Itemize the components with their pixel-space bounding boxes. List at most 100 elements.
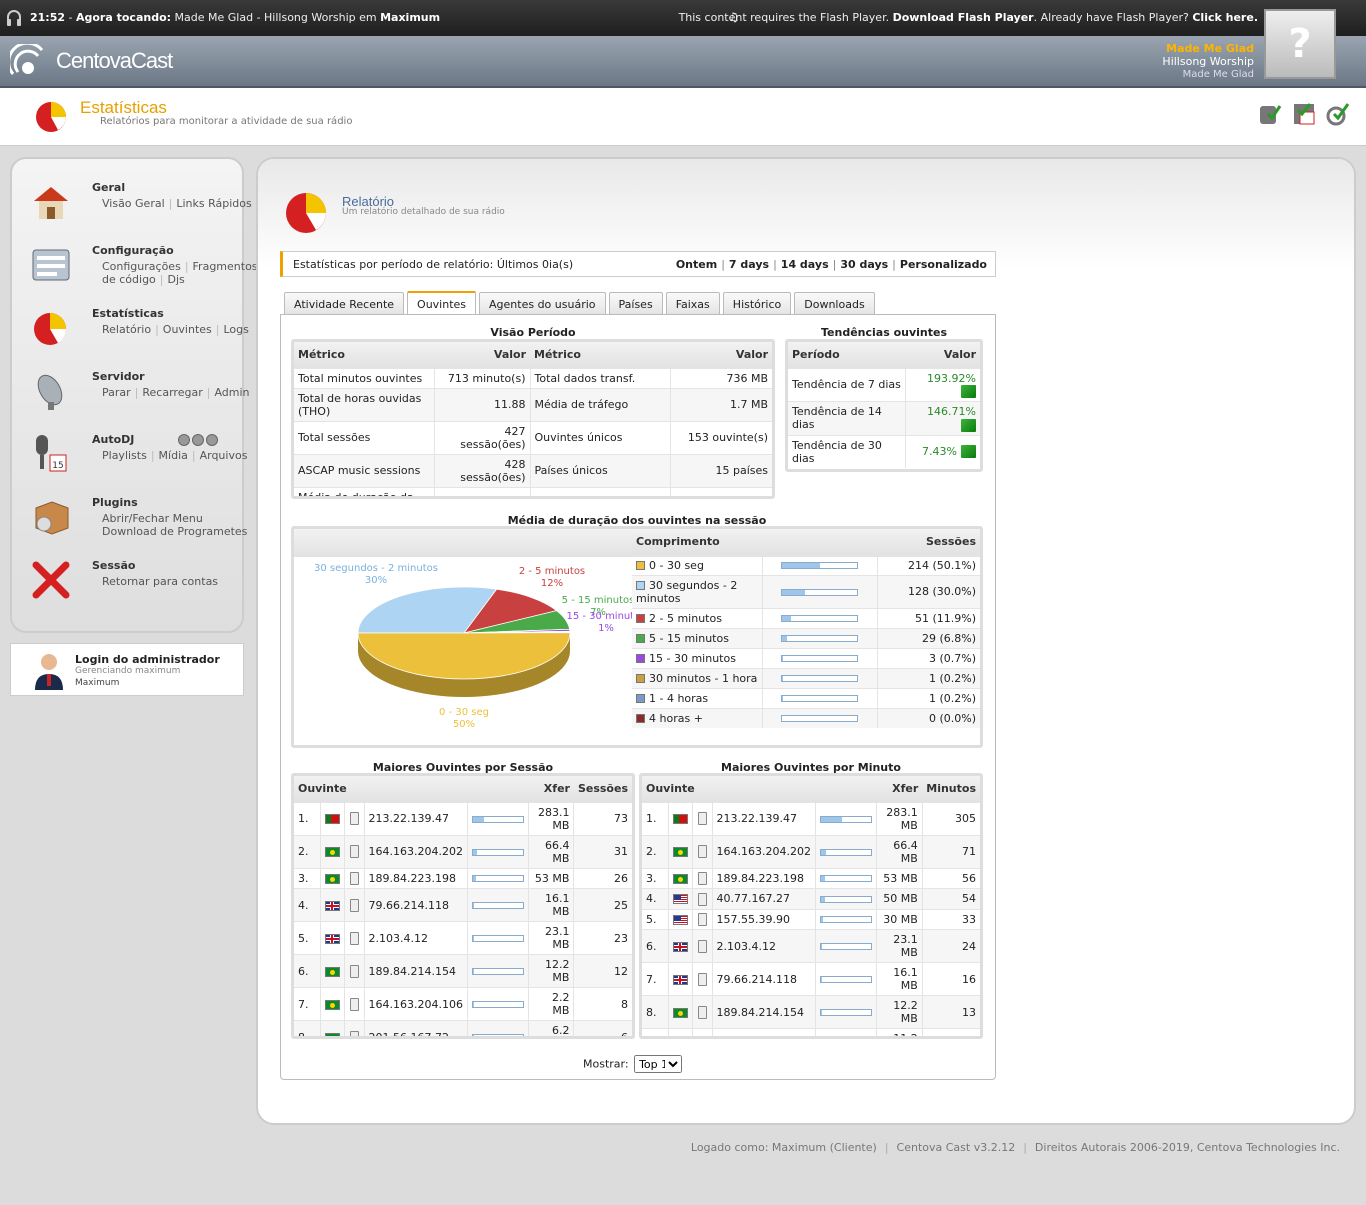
tab-historico[interactable]: Histórico [722, 292, 792, 314]
sidebar-link-arquivos[interactable]: Arquivos [200, 449, 248, 462]
login-managing: Gerenciando maximum [75, 666, 181, 676]
player-icon[interactable] [349, 898, 359, 912]
sidebar-link-abrir-fechar-menu[interactable]: Abrir/Fechar Menu [102, 512, 203, 525]
login-title: Login do administrador [75, 653, 220, 666]
sidebar-link-download-programetes[interactable]: Download de Programetes [102, 525, 247, 538]
player-icon[interactable] [697, 812, 707, 826]
flash-click-link[interactable]: Click here. [1192, 11, 1258, 24]
player-icon[interactable] [697, 872, 707, 885]
sidebar-link-parar[interactable]: Parar [102, 386, 131, 399]
tab-atividade-recente[interactable]: Atividade Recente [284, 292, 405, 314]
player-cell [691, 1028, 712, 1036]
player-icon[interactable] [697, 913, 707, 926]
sidebar-link-visao-geral[interactable]: Visão Geral [102, 197, 165, 210]
report-tabs: Atividade Recente Ouvintes Agentes do us… [284, 291, 875, 315]
period-14-days[interactable]: 14 days [781, 258, 829, 271]
player-icon[interactable] [349, 964, 359, 978]
sidebar-item-label[interactable]: Plugins [92, 496, 138, 509]
flash-download-link[interactable]: Download Flash Player [893, 11, 1034, 24]
metric-value: 428 sessão(ões) [433, 453, 530, 487]
player-cell [691, 908, 712, 930]
player-cell [691, 995, 712, 1029]
tools-check-icon[interactable] [1324, 98, 1352, 128]
autodj-stop-icon[interactable] [192, 434, 204, 446]
duration-sessions: 1 (0.2%) [876, 687, 980, 708]
sidebar-item-label[interactable]: Sessão [92, 559, 135, 572]
period-personalizado[interactable]: Personalizado [900, 258, 987, 271]
duration-category: 0 - 30 seg [649, 558, 704, 572]
sidebar-item-label[interactable]: Geral [92, 181, 125, 194]
player-icon[interactable] [697, 972, 707, 986]
duration-sessions: 128 (30.0%) [876, 574, 980, 608]
xfer-value: 12.2 MB [527, 954, 574, 988]
player-icon[interactable] [349, 872, 359, 885]
tab-faixas[interactable]: Faixas [665, 292, 720, 314]
flag-gb-icon [324, 933, 340, 944]
session-duration-pie-chart: 30 segundos - 2 minutos30%2 - 5 minutos1… [314, 563, 632, 730]
duration-bar [781, 615, 859, 622]
tab-agentes-usuario[interactable]: Agentes do usuário [479, 292, 606, 314]
duration-category: 5 - 15 minutos [649, 631, 729, 645]
sidebar-link-relatorio[interactable]: Relatório [102, 323, 151, 336]
player-icon[interactable] [349, 997, 359, 1011]
table-row: 1 - 4 horas 1 (0.2%) [632, 687, 980, 708]
metric-value: 427 sessão(ões) [433, 420, 530, 454]
table-row: ASCAP music sessions 428 sessão(ões) Paíse… [294, 453, 772, 487]
xfer-value: 30 MB [875, 908, 923, 930]
player-icon[interactable] [697, 845, 707, 859]
sidebar-link-ouvintes[interactable]: Ouvintes [163, 323, 212, 336]
broadcast-check-icon[interactable] [1256, 98, 1284, 128]
xfer-bar-cell [466, 921, 529, 955]
player-icon[interactable] [349, 1030, 359, 1036]
now-playing-bar: 21:52 - Agora tocando: Made Me Glad - Hi… [0, 0, 1366, 36]
sidebar-link-admin[interactable]: Admin [214, 386, 249, 399]
rank: 5. [642, 908, 668, 930]
rank: 4. [642, 888, 668, 909]
col-ouvinte: Ouvinte [294, 776, 468, 802]
sidebar-item-label[interactable]: AutoDJ [92, 433, 134, 446]
xfer-bar-cell [466, 801, 529, 835]
player-icon[interactable] [349, 845, 359, 859]
sidebar-link-links-rapidos[interactable]: Links Rápidos [176, 197, 251, 210]
trend-period: Tendência de 30 dias [788, 434, 906, 468]
mostrar-select[interactable]: Top 10 [634, 1055, 683, 1073]
col-minutos: Minutos [922, 776, 980, 802]
sidebar-link-logs[interactable]: Logs [224, 323, 249, 336]
autodj-prev-icon[interactable] [178, 434, 190, 446]
footer-version[interactable]: Centova Cast v3.2.12 [897, 1141, 1016, 1154]
xfer-bar [819, 875, 872, 883]
flag-br-icon [324, 847, 340, 857]
schedule-calendar-icon[interactable] [1290, 98, 1318, 128]
tab-downloads[interactable]: Downloads [794, 292, 875, 314]
tab-paises[interactable]: Países [608, 292, 663, 314]
sidebar-item-label[interactable]: Servidor [92, 370, 145, 383]
period-ontem[interactable]: Ontem [676, 258, 717, 271]
tendencias-table: Período Valor Tendência de 7 dias 193.92%… [788, 342, 980, 468]
flash-have-text: Already have Flash Player? [1040, 11, 1189, 24]
period-7-days[interactable]: 7 days [729, 258, 769, 271]
player-cell [343, 987, 364, 1021]
count-value: 73 [573, 801, 632, 835]
sidebar-link-recarregar[interactable]: Recarregar [142, 386, 202, 399]
player-icon[interactable] [697, 939, 707, 953]
sidebar-link-configuracoes[interactable]: Configurações [102, 260, 181, 273]
sidebar-link-playlists[interactable]: Playlists [102, 449, 147, 462]
sidebar-link-djs[interactable]: Djs [168, 273, 185, 286]
footer-copyright: Direitos Autorais 2006-2019, Centova Tec… [1034, 1141, 1340, 1154]
rank: 1. [642, 801, 668, 835]
tab-ouvintes[interactable]: Ouvintes [407, 291, 477, 315]
player-icon[interactable] [349, 931, 359, 945]
player-icon[interactable] [349, 812, 359, 826]
listener-ip: 40.77.167.27 [711, 888, 816, 909]
sidebar-item-label[interactable]: Configuração [92, 244, 174, 257]
player-icon[interactable] [697, 892, 707, 906]
metric-name: Média de tráfego [529, 387, 670, 421]
autodj-next-icon[interactable] [206, 434, 218, 446]
sidebar-item-label[interactable]: Estatísticas [92, 307, 164, 320]
xfer-bar [471, 1034, 524, 1036]
period-30-days[interactable]: 30 days [840, 258, 888, 271]
player-icon[interactable] [697, 1005, 707, 1019]
xfer-bar-cell [814, 962, 877, 996]
sidebar-link-retornar[interactable]: Retornar para contas [102, 575, 218, 588]
sidebar-link-midia[interactable]: Mídia [159, 449, 188, 462]
